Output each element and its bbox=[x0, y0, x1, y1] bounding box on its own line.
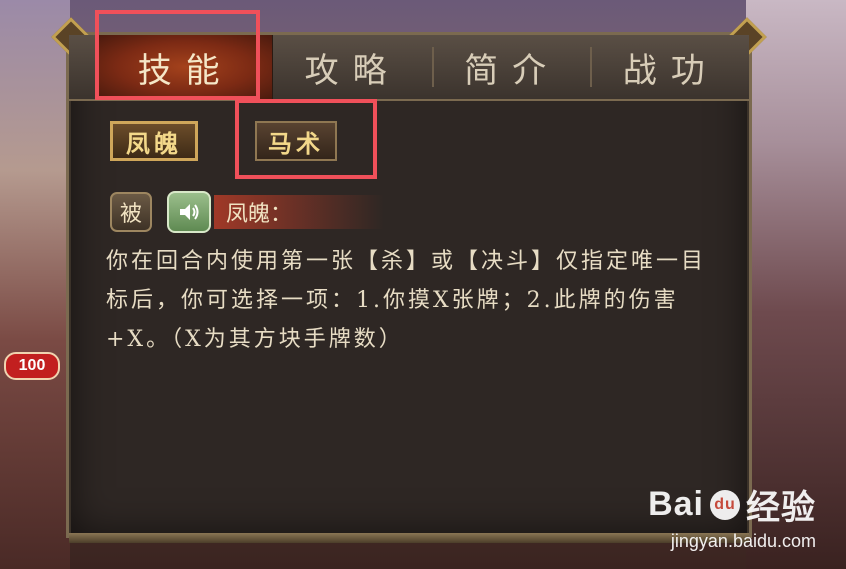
tab-intro[interactable]: 简介 bbox=[434, 35, 591, 99]
watermark-logo: Bai du 经验 bbox=[648, 480, 816, 529]
baidu-jingyan-watermark: Bai du 经验 jingyan.baidu.com bbox=[648, 480, 816, 552]
skill-title: 凤魄： bbox=[226, 202, 293, 227]
speaker-glyph bbox=[180, 204, 199, 220]
highlight-box-skills-tab bbox=[95, 10, 260, 100]
tab-achievements[interactable]: 战功 bbox=[592, 35, 749, 99]
tab-strategy[interactable]: 攻略 bbox=[273, 35, 432, 99]
background-scenery-left bbox=[0, 0, 70, 569]
watermark-brand-tail: 经验 bbox=[746, 489, 816, 527]
speaker-icon[interactable] bbox=[167, 191, 211, 233]
paw-icon: du bbox=[710, 489, 740, 520]
watermark-url: jingyan.baidu.com bbox=[670, 531, 816, 551]
skill-button-fengpo[interactable]: 凤魄 bbox=[110, 121, 198, 161]
level-badge: 100 bbox=[4, 352, 60, 380]
skill-description: 你在回合内使用第一张【杀】或【决斗】仅指定唯一目标后，你可选择一项：1.你摸X张… bbox=[106, 249, 707, 352]
highlight-box-mashu-button bbox=[235, 99, 377, 179]
passive-skill-badge: 被 bbox=[110, 192, 152, 232]
watermark-brand: Bai bbox=[648, 485, 704, 523]
